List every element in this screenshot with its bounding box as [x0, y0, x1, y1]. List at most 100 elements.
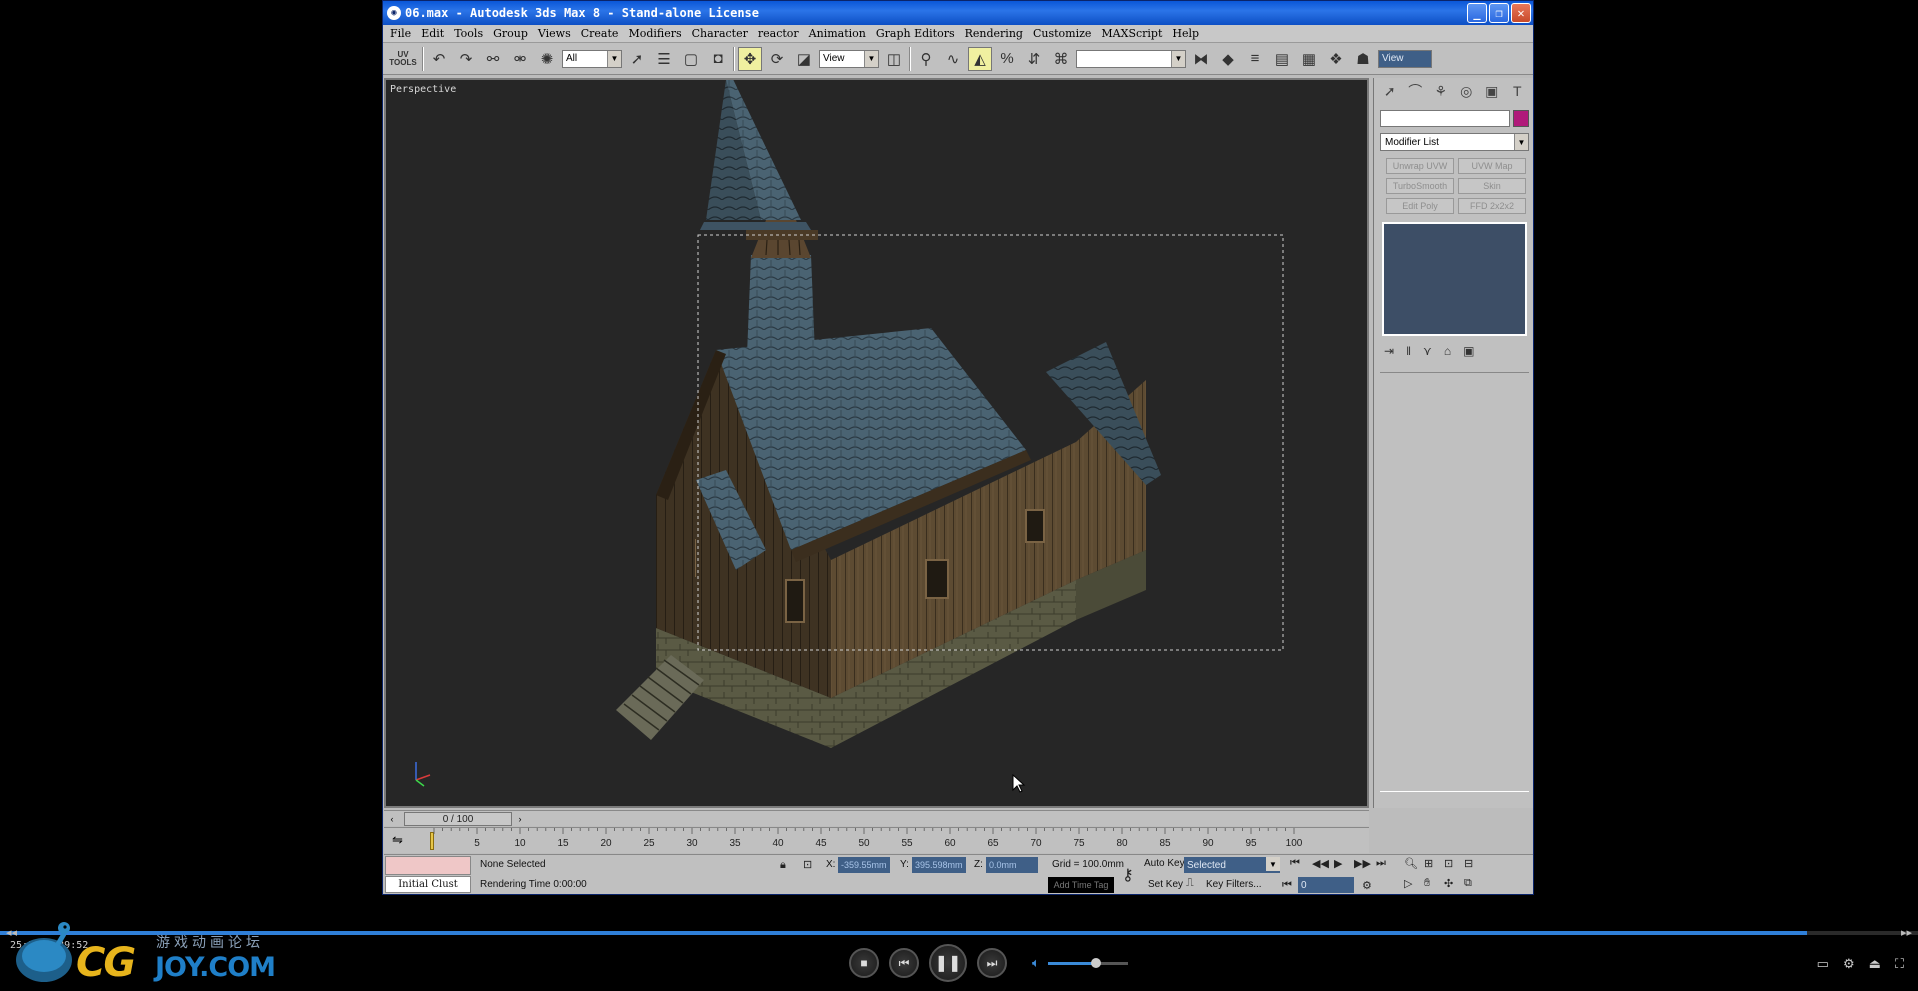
utilities-tab-icon[interactable]: T — [1506, 81, 1530, 101]
motion-tab-icon[interactable]: ◎ — [1455, 81, 1479, 101]
menu-edit[interactable]: Edit — [416, 27, 449, 40]
select-object-icon[interactable]: ➚ — [625, 47, 649, 71]
y-coordinate-field[interactable]: 395.598mm — [912, 857, 966, 873]
x-coordinate-field[interactable]: -359.55mm — [838, 857, 890, 873]
pause-icon[interactable]: ❚❚ — [929, 944, 967, 982]
scale-icon[interactable]: ◪ — [792, 47, 816, 71]
rotate-icon[interactable]: ⟳ — [765, 47, 789, 71]
uvw-map-button[interactable]: UVW Map — [1458, 158, 1526, 174]
edit-poly-button[interactable]: Edit Poly — [1386, 198, 1454, 214]
set-key-button[interactable]: Set Key — [1148, 879, 1183, 890]
field-of-view-icon[interactable]: ▷ — [1404, 877, 1412, 890]
ffd-button[interactable]: FFD 2x2x2 — [1458, 198, 1526, 214]
menu-views[interactable]: Views — [533, 27, 576, 40]
curve-editor-icon[interactable]: ▤ — [1270, 47, 1294, 71]
restore-button[interactable]: ❐ — [1489, 3, 1509, 23]
select-by-name-icon[interactable]: ☰ — [652, 47, 676, 71]
render-type-dropdown[interactable]: View — [1378, 49, 1432, 68]
layer-manager-icon[interactable]: ≡ — [1243, 47, 1267, 71]
undo-icon[interactable]: ↶ — [427, 47, 451, 71]
seek-forward-icon[interactable]: ▸▸ — [1901, 926, 1912, 939]
keyboard-shortcut-override-icon[interactable]: ⌘ — [1049, 47, 1073, 71]
menu-modifiers[interactable]: Modifiers — [623, 27, 686, 40]
turbosmooth-button[interactable]: TurboSmooth — [1386, 178, 1454, 194]
material-editor-icon[interactable]: ❖ — [1324, 47, 1348, 71]
speaker-icon[interactable]: 🔈︎ — [1032, 955, 1040, 971]
zoom-icon[interactable]: 🔍︎ — [1404, 857, 1418, 870]
stop-icon[interactable]: ■ — [849, 948, 879, 978]
object-name-field[interactable] — [1380, 110, 1510, 127]
eject-icon[interactable]: ⏏ — [1869, 956, 1881, 972]
percent-snap-icon[interactable]: % — [995, 47, 1019, 71]
render-scene-icon[interactable]: ☗ — [1351, 47, 1375, 71]
select-manipulate-icon[interactable]: ⚲ — [914, 47, 938, 71]
unlink-icon[interactable]: ⚮ — [508, 47, 532, 71]
close-button[interactable]: ✕ — [1511, 3, 1531, 23]
key-mode-toggle-icon[interactable]: ⏮ — [1282, 879, 1292, 892]
screen-mode-icon[interactable]: ▭ — [1817, 956, 1829, 972]
z-coordinate-field[interactable]: 0.0mm — [986, 857, 1038, 873]
previous-icon[interactable]: ⏮ — [889, 948, 919, 978]
pan-view-icon[interactable]: ✋︎ — [1424, 877, 1430, 890]
time-configuration-icon[interactable]: ⚙ — [1362, 879, 1372, 892]
settings-icon[interactable]: ⚙ — [1843, 956, 1855, 972]
title-bar[interactable]: ◉ 06.max - Autodesk 3ds Max 8 - Stand-al… — [383, 1, 1533, 25]
arc-rotate-icon[interactable]: ✣ — [1444, 877, 1453, 890]
menu-animation[interactable]: Animation — [804, 27, 871, 40]
link-icon[interactable]: ⚯ — [481, 47, 505, 71]
create-tab-icon[interactable]: ➚ — [1378, 81, 1402, 101]
angle-snap-icon[interactable]: ◭ — [968, 46, 992, 71]
remove-modifier-icon[interactable]: ⌂ — [1444, 344, 1451, 358]
menu-file[interactable]: File — [385, 27, 416, 40]
next-icon[interactable]: ⏭ — [977, 948, 1007, 978]
menu-customize[interactable]: Customize — [1028, 27, 1096, 40]
volume-knob[interactable] — [1090, 957, 1101, 968]
pin-stack-icon[interactable]: ⇥ — [1384, 344, 1394, 358]
add-time-tag-button[interactable]: Add Time Tag — [1048, 877, 1114, 893]
chevron-right-icon[interactable]: › — [514, 812, 526, 826]
key-tangent-icon[interactable]: ⎍ — [1186, 877, 1194, 890]
redo-icon[interactable]: ↷ — [454, 47, 478, 71]
absolute-mode-icon[interactable]: ⊡ — [803, 858, 812, 871]
hierarchy-tab-icon[interactable]: ⚘ — [1429, 81, 1453, 101]
zoom-extents-icon[interactable]: ⊡ — [1444, 857, 1453, 870]
menu-help[interactable]: Help — [1167, 27, 1204, 40]
snap-toggle-icon[interactable]: ∿ — [941, 47, 965, 71]
menu-rendering[interactable]: Rendering — [960, 27, 1028, 40]
skin-button[interactable]: Skin — [1458, 178, 1526, 194]
key-mode-dropdown[interactable]: Selected ▼ — [1184, 857, 1280, 873]
key-icon[interactable]: ⚷ — [1122, 865, 1134, 885]
rectangular-selection-icon[interactable]: ▢ — [679, 47, 703, 71]
selection-filter-dropdown[interactable]: All ▼ — [562, 49, 622, 68]
mini-curve-editor-icon[interactable]: ⇋ — [392, 832, 403, 848]
menu-create[interactable]: Create — [576, 27, 624, 40]
volume-slider[interactable] — [1047, 957, 1128, 968]
menu-character[interactable]: Character — [687, 27, 753, 40]
go-to-start-icon[interactable]: ⏮ — [1290, 857, 1300, 870]
named-selection-dropdown[interactable]: ▼ — [1076, 49, 1186, 68]
perspective-viewport[interactable]: Perspective — [384, 78, 1369, 808]
modifier-stack[interactable] — [1382, 222, 1527, 336]
reference-coordinate-dropdown[interactable]: View ▼ — [819, 49, 879, 68]
maximize-viewport-icon[interactable]: ⧉ — [1464, 877, 1472, 890]
menu-tools[interactable]: Tools — [449, 27, 488, 40]
menu-graph-editors[interactable]: Graph Editors — [871, 27, 960, 40]
time-slider[interactable]: ‹ 0 / 100 › — [384, 810, 1369, 826]
go-to-end-icon[interactable]: ⏭ — [1376, 857, 1386, 870]
modifier-list-dropdown[interactable]: Modifier List ▼ — [1380, 133, 1529, 151]
spinner-snap-icon[interactable]: ⇵ — [1022, 47, 1046, 71]
app-icon[interactable]: ◉ — [387, 6, 401, 20]
show-end-result-icon[interactable]: ‖ — [1406, 344, 1411, 358]
unwrap-uvw-button[interactable]: Unwrap UVW — [1386, 158, 1454, 174]
lock-icon[interactable]: 🔒︎ — [780, 859, 786, 872]
chevron-left-icon[interactable]: ‹ — [386, 812, 398, 826]
make-unique-icon[interactable]: ⋎ — [1423, 344, 1432, 358]
zoom-all-icon[interactable]: ⊞ — [1424, 857, 1433, 870]
track-bar[interactable]: ⇋ 5 10 15 20 25 30 35 40 45 50 55 60 65 70 75 80 85 90 95 1… — [384, 827, 1369, 853]
display-tab-icon[interactable]: ▣ — [1480, 81, 1504, 101]
modify-tab-icon[interactable]: ⌒ — [1404, 81, 1428, 101]
align-icon[interactable]: ◆ — [1216, 47, 1240, 71]
window-crossing-icon[interactable]: ◘ — [706, 47, 730, 71]
bind-space-warp-icon[interactable]: ✺ — [535, 47, 559, 71]
previous-frame-icon[interactable]: ◀◀ — [1312, 857, 1329, 870]
